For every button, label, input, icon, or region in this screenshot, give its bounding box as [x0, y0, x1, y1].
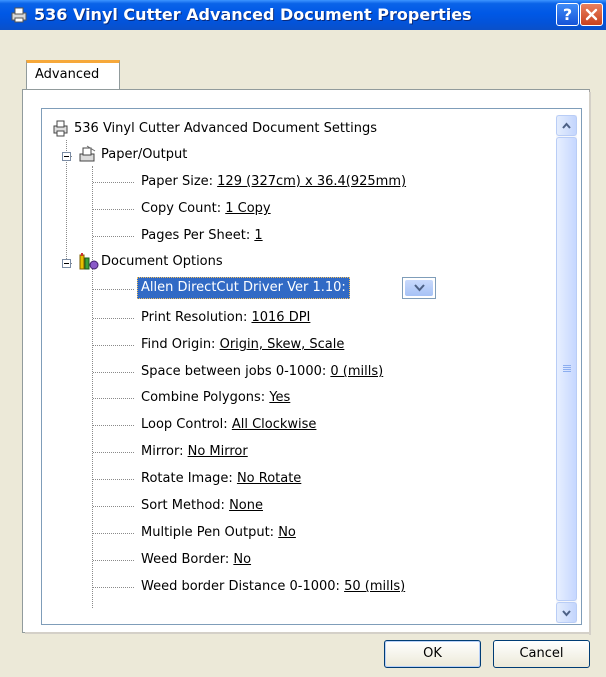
item-name: Weed border Distance 0-1000:: [141, 579, 340, 594]
tree-item[interactable]: Weed border Distance 0-1000: 50 (mills): [141, 577, 405, 597]
item-value: Yes: [269, 390, 291, 405]
tree-line: [93, 533, 134, 534]
grip-line: [563, 369, 571, 370]
tree-item[interactable]: Pages Per Sheet: 1: [141, 226, 263, 246]
close-icon: [585, 8, 598, 21]
item-name: Space between jobs 0-1000:: [141, 364, 327, 379]
chevron-down-icon: [414, 284, 425, 292]
item-name: Weed Border:: [141, 552, 230, 567]
item-value: 129 (327cm) x 36.4(925mm): [217, 174, 407, 189]
panel-shadow: [589, 92, 591, 635]
item-value: 1016 DPI: [251, 310, 311, 325]
tree-item[interactable]: Loop Control: All Clockwise: [141, 415, 316, 435]
item-value: None: [229, 498, 263, 513]
close-button[interactable]: [580, 3, 603, 26]
tree-line: [93, 236, 134, 237]
tree-item[interactable]: Paper Size: 129 (327cm) x 36.4(925mm): [141, 172, 406, 192]
tree-line: [93, 506, 134, 507]
tree-root[interactable]: 536 Vinyl Cutter Advanced Document Setti…: [74, 119, 377, 139]
tree-line: [93, 318, 134, 319]
item-name: Print Resolution:: [141, 310, 248, 325]
tree-line: [93, 560, 134, 561]
scroll-thumb[interactable]: [556, 137, 577, 601]
tree-item[interactable]: Find Origin: Origin, Skew, Scale: [141, 335, 344, 355]
cancel-button[interactable]: Cancel: [493, 640, 590, 668]
paper-printer-icon: [79, 145, 96, 162]
item-name: Find Origin:: [141, 337, 216, 352]
collapse-toggle[interactable]: [62, 259, 71, 268]
group-label: Document Options: [101, 254, 223, 269]
item-value: All Clockwise: [231, 417, 317, 432]
item-value: 50 (mills): [344, 579, 406, 594]
tree-item[interactable]: Copy Count: 1 Copy: [141, 199, 271, 219]
item-name: Multiple Pen Output:: [141, 525, 275, 540]
tree-line: [93, 182, 134, 183]
tree-item[interactable]: Mirror: No Mirror: [141, 442, 248, 462]
panel-shadow: [25, 632, 591, 634]
grip-line: [563, 365, 571, 366]
chevron-down-icon: [562, 610, 571, 617]
item-value: Origin, Skew, Scale: [219, 337, 345, 352]
tree-item[interactable]: Space between jobs 0-1000: 0 (mills): [141, 362, 383, 382]
scroll-down-button[interactable]: [556, 602, 577, 623]
tree-group-document-options[interactable]: Document Options: [101, 252, 223, 272]
item-name: Copy Count:: [141, 201, 222, 216]
tree-line: [93, 479, 134, 480]
item-name: Loop Control:: [141, 417, 228, 432]
tree-line: [93, 345, 134, 346]
help-icon: ?: [562, 5, 573, 24]
tree-item[interactable]: Weed Border: No: [141, 550, 251, 570]
grip-line: [563, 367, 571, 368]
driver-version-label: Allen DirectCut Driver Ver 1.10:: [141, 280, 346, 295]
item-value: No Mirror: [187, 444, 248, 459]
item-name: Pages Per Sheet:: [141, 228, 251, 243]
tree-line: [93, 587, 134, 588]
tree-line: [93, 372, 134, 373]
tree-item[interactable]: Combine Polygons: Yes: [141, 388, 290, 408]
item-name: Sort Method:: [141, 498, 225, 513]
item-name: Combine Polygons:: [141, 390, 266, 405]
item-value: No: [233, 552, 252, 567]
tree-line: [93, 425, 134, 426]
item-name: Rotate Image:: [141, 471, 233, 486]
tree-item[interactable]: Sort Method: None: [141, 496, 263, 516]
item-name: Mirror:: [141, 444, 184, 459]
collapse-toggle[interactable]: [62, 152, 71, 161]
chevron-up-icon: [562, 122, 571, 129]
help-button[interactable]: ?: [556, 3, 579, 26]
tree-line: [93, 209, 134, 210]
title-bar[interactable]: 536 Vinyl Cutter Advanced Document Prope…: [0, 0, 606, 30]
item-value: 1 Copy: [225, 201, 271, 216]
driver-version-item[interactable]: Allen DirectCut Driver Ver 1.10:: [137, 277, 350, 299]
ok-button[interactable]: OK: [384, 640, 481, 668]
driver-dropdown-button[interactable]: [402, 277, 436, 299]
tree-item[interactable]: Multiple Pen Output: No: [141, 523, 296, 543]
tab-advanced-label: Advanced: [35, 67, 100, 82]
item-name: Paper Size:: [141, 174, 214, 189]
tree-line: [93, 398, 134, 399]
item-value: 1: [254, 228, 263, 243]
tree-line: [93, 452, 134, 453]
tree-line: [92, 166, 93, 608]
printer-icon: [11, 7, 27, 23]
document-options-icon: [79, 253, 99, 270]
tree-item[interactable]: Rotate Image: No Rotate: [141, 469, 301, 489]
item-value: No: [278, 525, 296, 540]
window-title: 536 Vinyl Cutter Advanced Document Prope…: [34, 5, 472, 24]
tab-advanced[interactable]: Advanced: [26, 60, 120, 90]
tree-item[interactable]: Print Resolution: 1016 DPI: [141, 308, 310, 328]
item-value: 0 (mills): [330, 364, 384, 379]
scroll-up-button[interactable]: [556, 115, 577, 136]
group-label: Paper/Output: [101, 147, 188, 162]
grip-line: [563, 371, 571, 372]
printer-icon: [53, 120, 68, 137]
tree-line: [93, 289, 134, 290]
item-value: No Rotate: [236, 471, 302, 486]
vertical-scrollbar[interactable]: [556, 115, 577, 623]
tree-group-paper-output[interactable]: Paper/Output: [101, 145, 187, 165]
tree-root-label: 536 Vinyl Cutter Advanced Document Setti…: [74, 121, 377, 136]
